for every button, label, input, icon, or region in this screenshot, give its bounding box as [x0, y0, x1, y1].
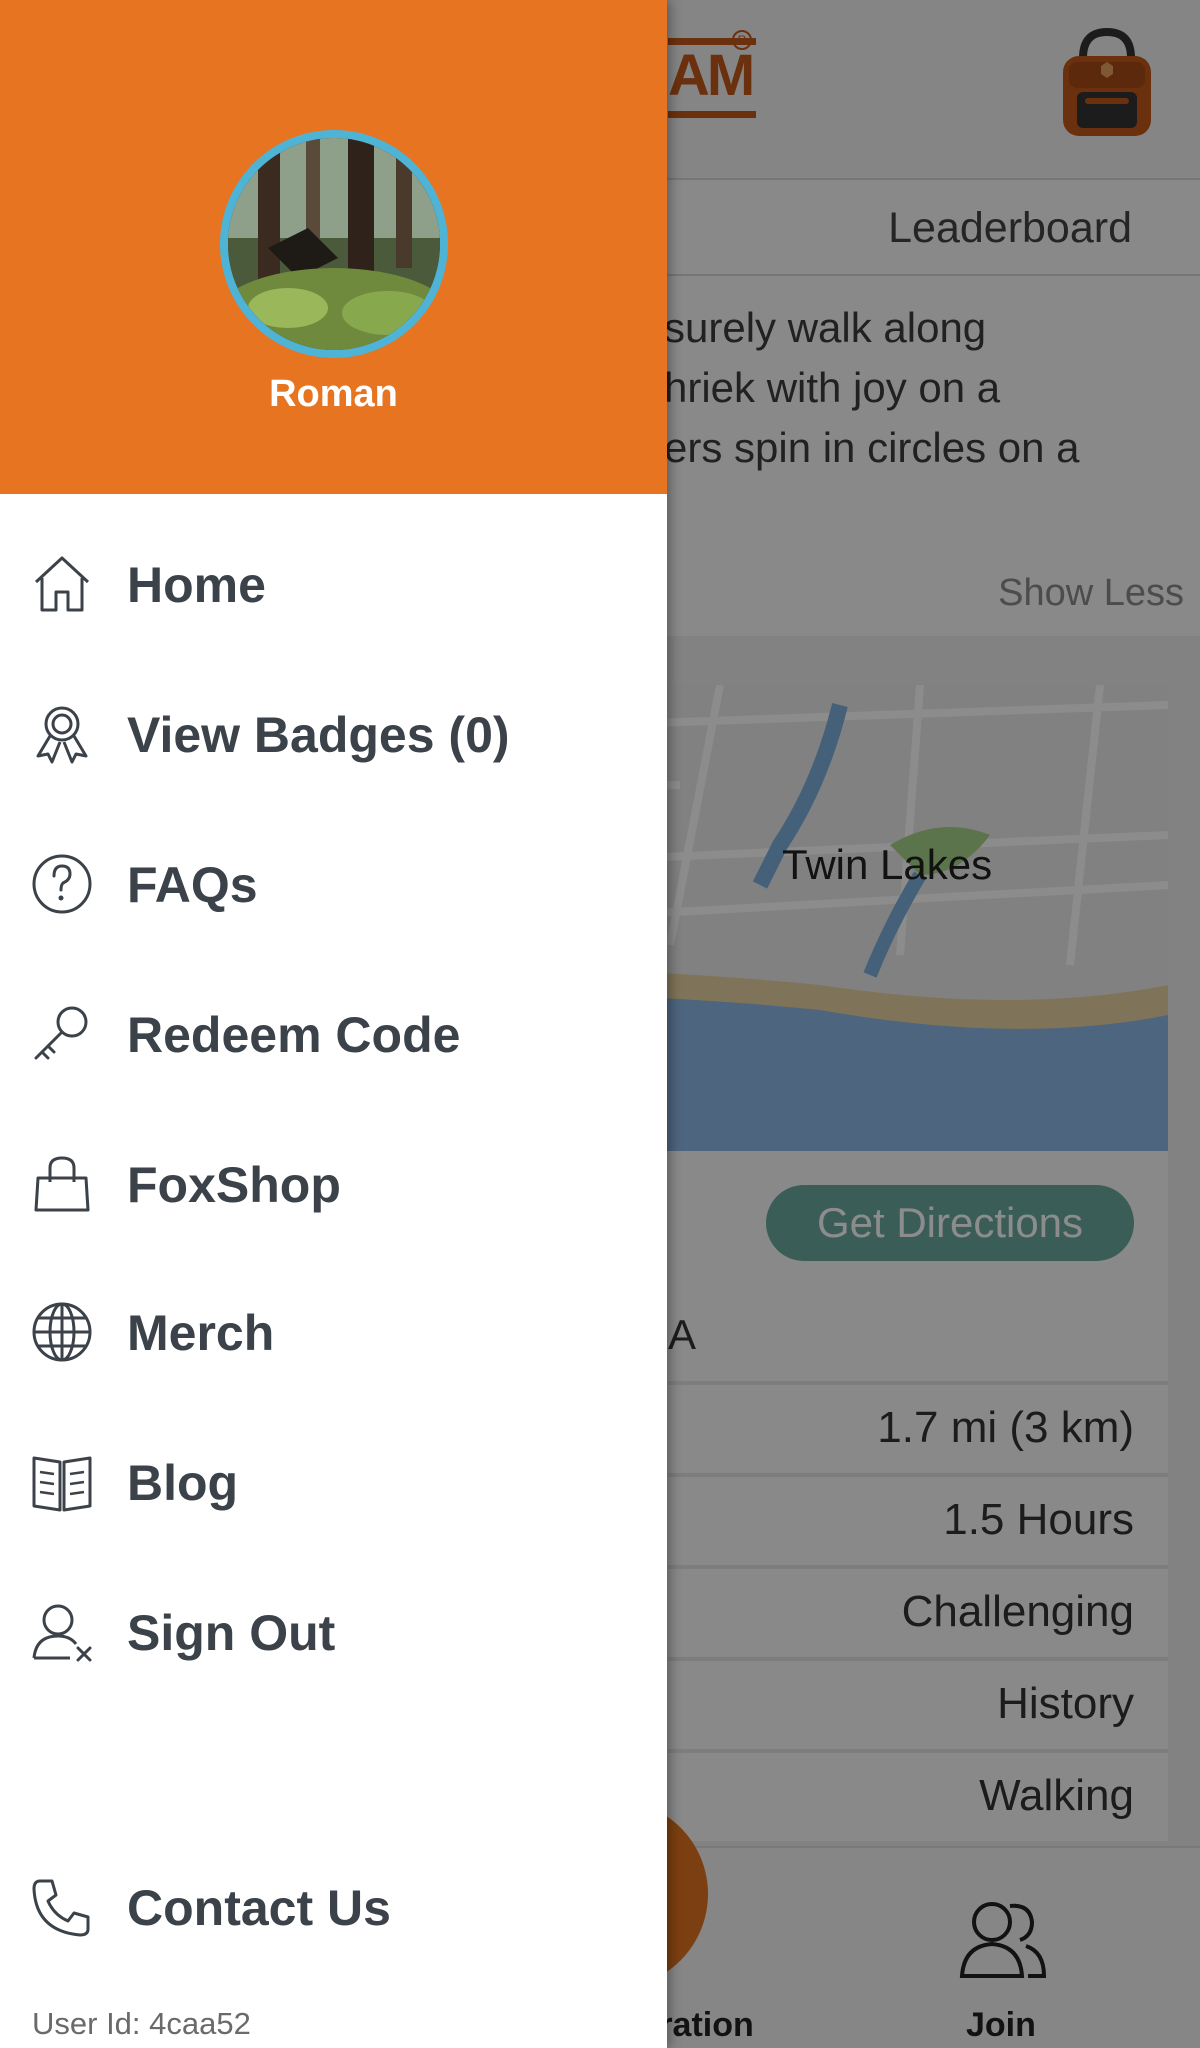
- avatar-forest-image: [228, 138, 440, 350]
- menu-item-blog[interactable]: Blog: [0, 1420, 667, 1540]
- menu-item-contact-us[interactable]: Contact Us: [0, 1845, 667, 1965]
- menu-item-label: Redeem Code: [127, 1007, 461, 1063]
- menu-item-label: View Badges (0): [127, 707, 510, 763]
- key-icon: [34, 1006, 88, 1060]
- phone-icon: [32, 1879, 90, 1937]
- menu-item-label: Merch: [127, 1305, 275, 1361]
- navigation-drawer: Roman Home View Badges (0) FAQs Redeem C…: [0, 0, 667, 2048]
- menu-item-merch[interactable]: Merch: [0, 1270, 667, 1390]
- menu-item-label: FAQs: [127, 857, 258, 913]
- menu-item-badges[interactable]: View Badges (0): [0, 672, 667, 792]
- menu-item-redeem-code[interactable]: Redeem Code: [0, 972, 667, 1092]
- menu-item-faqs[interactable]: FAQs: [0, 822, 667, 942]
- shopping-bag-icon: [34, 1156, 90, 1212]
- menu-item-label: Contact Us: [127, 1880, 391, 1936]
- home-icon: [34, 556, 90, 612]
- user-remove-icon: [32, 1604, 92, 1662]
- globe-icon: [32, 1302, 92, 1362]
- menu-item-label: FoxShop: [127, 1157, 341, 1213]
- badge-icon: [36, 706, 88, 764]
- drawer-header: Roman: [0, 0, 667, 494]
- user-name: Roman: [269, 373, 398, 415]
- menu-item-label: Home: [127, 557, 266, 613]
- question-icon: [32, 854, 92, 914]
- user-id-text: User Id: 4caa52: [32, 2006, 251, 2041]
- menu-item-foxshop[interactable]: FoxShop: [0, 1122, 667, 1242]
- book-icon: [32, 1456, 92, 1512]
- menu-item-home[interactable]: Home: [0, 522, 667, 642]
- menu-item-label: Blog: [127, 1455, 239, 1511]
- menu-item-sign-out[interactable]: Sign Out: [0, 1570, 667, 1690]
- avatar[interactable]: [220, 130, 448, 358]
- menu-item-label: Sign Out: [127, 1605, 336, 1661]
